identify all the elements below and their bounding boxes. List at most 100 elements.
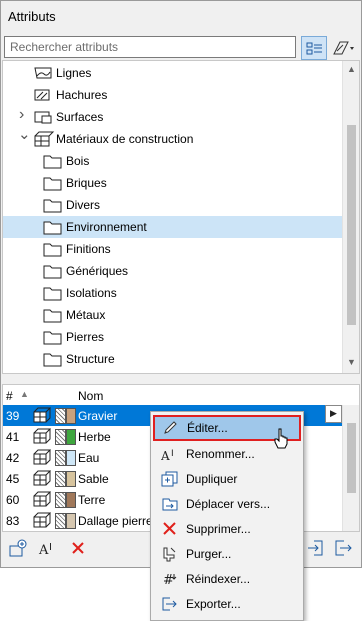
folder-icon: [43, 329, 63, 348]
menu-item-label: Purger...: [186, 547, 232, 561]
scroll-up-arrow-icon[interactable]: ▲: [343, 64, 359, 74]
duplicate-icon: [161, 471, 179, 487]
table-header: # ▲ Nom: [3, 385, 359, 406]
surface-icon: [33, 109, 55, 128]
new-attribute-icon[interactable]: [8, 538, 28, 558]
tree-item-label: Divers: [66, 198, 101, 212]
folder-icon: [43, 307, 63, 326]
rename-icon[interactable]: A I: [38, 539, 60, 557]
folder-icon: [43, 175, 63, 194]
tree-item-label: Surfaces: [56, 110, 104, 124]
row-name: Herbe: [78, 430, 111, 444]
color-swatch: [66, 513, 76, 529]
pattern-swatch: [55, 408, 66, 424]
tree-scrollbar[interactable]: ▲ ▼: [342, 61, 359, 373]
tree-scroll-thumb[interactable]: [347, 125, 356, 325]
color-swatch: [66, 408, 76, 424]
menu-item-label: Exporter...: [186, 597, 241, 611]
table-scrollbar[interactable]: [342, 405, 359, 531]
tree-item-label: Hachures: [56, 88, 108, 102]
hatch-icon: [33, 87, 55, 106]
chevron-down-icon[interactable]: ⌄: [18, 125, 31, 143]
folder-icon: [43, 285, 63, 304]
menu-item-label: Dupliquer: [186, 472, 238, 486]
lines-icon: [33, 65, 55, 84]
row-number: 60: [6, 493, 20, 507]
purge-icon: [161, 546, 179, 562]
tree-item-label: Structure: [66, 352, 115, 366]
export-icon[interactable]: [334, 538, 354, 558]
tree-item-folder[interactable]: Bois: [3, 150, 343, 172]
color-swatch: [66, 429, 76, 445]
menu-item-label: Renommer...: [186, 447, 255, 461]
tree-item-surfaces[interactable]: › Surfaces: [3, 106, 343, 128]
color-swatch: [66, 471, 76, 487]
folder-icon: [43, 241, 63, 260]
hand-cursor-icon: [274, 428, 288, 449]
tree-item-lignes[interactable]: Lignes: [3, 62, 343, 84]
row-number: 83: [6, 514, 20, 528]
filter-button[interactable]: [328, 36, 354, 60]
row-name: Terre: [78, 493, 106, 507]
menu-item-purger[interactable]: Purger...: [154, 543, 298, 565]
tree-item-hachures[interactable]: Hachures: [3, 84, 343, 106]
column-name-header[interactable]: Nom: [78, 389, 103, 403]
building-material-icon: [33, 512, 52, 531]
attribute-tree: Lignes Hachures › Surfaces ⌄ Matériaux de con…: [2, 60, 360, 374]
color-swatch: [66, 492, 76, 508]
tree-item-folder[interactable]: Environnement: [3, 216, 343, 238]
building-material-icon: [33, 428, 52, 447]
row-number: 45: [6, 472, 20, 486]
tree-item-folder[interactable]: Pierres: [3, 326, 343, 348]
export-icon: [161, 596, 179, 612]
tree-item-label: Pierres: [66, 330, 105, 344]
tree-item-folder[interactable]: Génériques: [3, 260, 343, 282]
tree-item-label: Environnement: [66, 220, 147, 234]
search-input[interactable]: Rechercher attributs: [4, 36, 296, 58]
list-tree-icon: [306, 42, 322, 55]
tree-item-label: Finitions: [66, 242, 111, 256]
table-scroll-thumb[interactable]: [347, 423, 356, 493]
tree-item-folder[interactable]: Briques: [3, 172, 343, 194]
menu-item-reindexer[interactable]: # Réindexer...: [154, 568, 298, 590]
tree-item-folder[interactable]: Structure: [3, 348, 343, 370]
svg-text:I: I: [49, 542, 52, 553]
tree-item-label: Métaux: [66, 308, 106, 322]
sort-up-icon[interactable]: ▲: [20, 389, 29, 399]
import-icon[interactable]: [306, 538, 326, 558]
svg-text:A: A: [161, 449, 170, 462]
tree-item-folder[interactable]: Divers: [3, 194, 343, 216]
tree-item-folder[interactable]: Métaux: [3, 304, 343, 326]
tree-view-toggle-button[interactable]: [301, 36, 327, 60]
folder-icon: [43, 219, 63, 238]
menu-item-exporter[interactable]: Exporter...: [154, 593, 298, 615]
move-icon: [161, 496, 179, 512]
delete-icon: [161, 521, 179, 537]
tree-item-label: Briques: [66, 176, 107, 190]
pattern-swatch: [55, 450, 66, 466]
scroll-down-arrow-icon[interactable]: ▼: [343, 357, 359, 367]
building-material-icon: [33, 131, 55, 150]
menu-item-supprimer[interactable]: Supprimer...: [154, 518, 298, 540]
chevron-right-icon[interactable]: ›: [19, 106, 24, 124]
tree-item-folder[interactable]: Isolations: [3, 282, 343, 304]
building-material-icon: [33, 407, 52, 426]
pattern-swatch: [55, 513, 66, 529]
delete-icon[interactable]: [70, 540, 86, 556]
window-title: Attributs: [8, 9, 56, 24]
row-number: 42: [6, 451, 20, 465]
menu-item-dupliquer[interactable]: Dupliquer: [154, 468, 298, 490]
row-name: Gravier: [78, 409, 118, 423]
folder-icon: [43, 351, 63, 370]
pencil-icon: [162, 420, 180, 436]
svg-text:#: #: [163, 573, 174, 587]
column-number-header[interactable]: #: [6, 389, 13, 403]
row-expand-button[interactable]: ▶: [325, 405, 342, 423]
building-material-icon: [33, 470, 52, 489]
row-number: 39: [6, 409, 20, 423]
svg-text:A: A: [38, 543, 49, 557]
tree-item-materiaux[interactable]: ⌄ Matériaux de construction: [3, 125, 343, 150]
menu-item-deplacer[interactable]: Déplacer vers...: [154, 493, 298, 515]
tree-item-folder[interactable]: Finitions: [3, 238, 343, 260]
tree-item-label: Isolations: [66, 286, 117, 300]
